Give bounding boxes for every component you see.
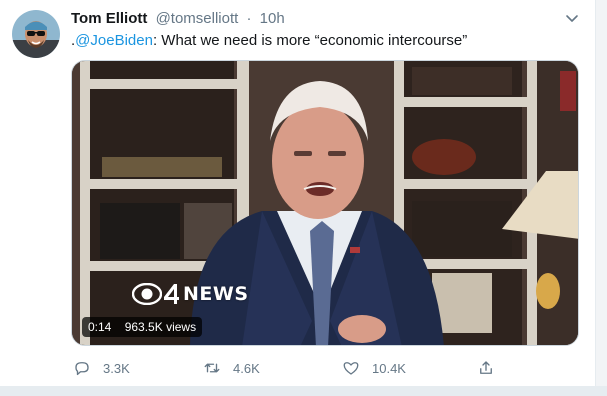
retweet-button[interactable]: 4.6K	[203, 358, 260, 378]
reply-count: 3.3K	[103, 360, 130, 376]
tweet-header: Tom Elliott @tomselliott · 10h	[71, 10, 551, 30]
reply-button[interactable]: 3.3K	[73, 358, 130, 378]
avatar[interactable]	[12, 10, 60, 58]
action-bar: 3.3K 4.6K 10.4K	[71, 358, 511, 378]
video-view-count: 963.5K views	[124, 320, 197, 334]
scrollbar-track[interactable]	[595, 0, 607, 386]
comment-icon	[75, 362, 89, 376]
channel-number-logo	[164, 284, 179, 304]
retweet-count: 4.6K	[233, 360, 260, 376]
share-icon	[480, 361, 492, 374]
like-button[interactable]: 10.4K	[342, 358, 406, 378]
separator-dot: ·	[246, 10, 252, 27]
text-body: : What we need is more “economic interco…	[152, 32, 468, 49]
video-stats-badge: 0:14 963.5K views	[82, 317, 203, 337]
video-player[interactable]: NEWS 0:14 963.5K views	[71, 60, 579, 346]
author-name[interactable]: Tom Elliott	[71, 10, 147, 27]
timeline-divider	[0, 386, 607, 396]
like-count: 10.4K	[372, 360, 406, 376]
tweet-text: .@JoeBiden: What we need is more “econom…	[71, 32, 467, 49]
cbs-eye-logo	[132, 283, 162, 305]
tweet-card[interactable]: Tom Elliott @tomselliott · 10h .@JoeBide…	[0, 0, 607, 386]
retweet-icon	[204, 363, 220, 373]
mention-link[interactable]: @JoeBiden	[75, 32, 153, 49]
news-watermark: NEWS	[132, 279, 249, 309]
tweet-timestamp[interactable]: 10h	[260, 10, 285, 27]
share-button[interactable]	[477, 358, 495, 378]
chevron-down-icon[interactable]	[564, 10, 580, 26]
news-wordmark: NEWS	[183, 283, 249, 305]
heart-icon	[343, 362, 359, 375]
author-handle[interactable]: @tomselliott	[156, 10, 239, 27]
video-duration: 0:14	[88, 320, 112, 334]
